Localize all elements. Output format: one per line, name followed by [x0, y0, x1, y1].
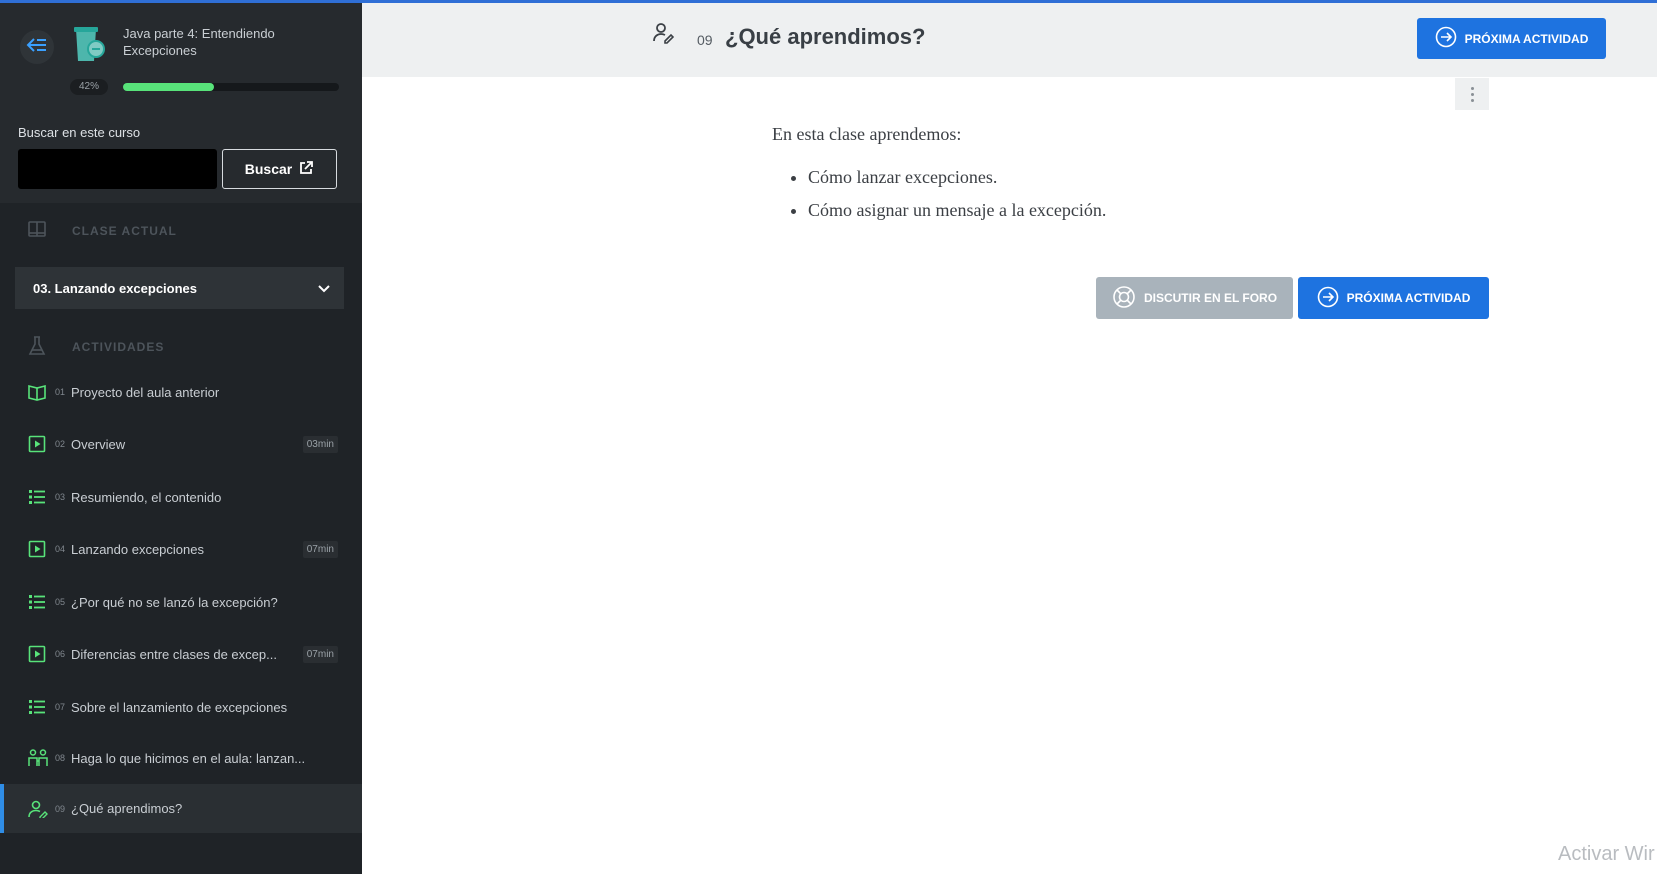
list-icon — [28, 698, 46, 716]
list-item: Cómo asignar un mensaje a la excepción. — [808, 200, 1452, 221]
activity-label: Lanzando excepciones — [71, 541, 204, 557]
current-class-label: CLASE ACTUAL — [72, 224, 177, 238]
activity-number: 04 — [55, 544, 66, 554]
search-input[interactable] — [18, 149, 217, 189]
discuss-forum-label: DISCUTIR EN EL FORO — [1143, 291, 1278, 305]
class-select[interactable]: 03. Lanzando excepciones — [15, 267, 344, 309]
search-button[interactable]: Buscar — [222, 149, 337, 189]
activities-label: ACTIVIDADES — [72, 340, 165, 354]
activity-number: 03 — [55, 492, 66, 502]
user-edit-icon — [28, 800, 48, 820]
list-icon — [28, 488, 46, 506]
duration-badge: 07min — [302, 645, 338, 663]
people-icon — [28, 749, 48, 767]
activity-label: ¿Por qué no se lanzó la excepción? — [71, 594, 278, 610]
sidebar: Java parte 4: Entendiendo Excepciones 42… — [0, 3, 362, 874]
page-title: ¿Qué aprendimos? — [725, 24, 926, 49]
user-edit-icon — [652, 22, 675, 44]
sidebar-activity-item[interactable]: 06 Diferencias entre clases de excep... 07… — [0, 628, 362, 680]
back-arrow-icon — [26, 37, 48, 58]
sidebar-activity-item[interactable]: 09 ¿Qué aprendimos? — [0, 784, 362, 833]
discuss-forum-button[interactable]: DISCUTIR EN EL FORO — [1096, 277, 1293, 319]
activity-number: 07 — [55, 702, 66, 712]
activity-number: 02 — [55, 439, 66, 449]
next-activity-button-bottom[interactable]: PRÓXIMA ACTIVIDAD — [1298, 277, 1489, 319]
list-icon — [28, 593, 46, 611]
activity-label: Haga lo que hicimos en el aula: lanzan..… — [71, 750, 306, 766]
activity-number: 06 — [55, 649, 66, 659]
progress-bar — [123, 83, 339, 91]
activity-label: Resumiendo, el contenido — [71, 489, 222, 505]
lesson-intro: En esta clase aprendemos: — [772, 124, 962, 144]
book-icon — [27, 219, 47, 244]
list-item: Cómo lanzar excepciones. — [808, 167, 1452, 188]
lesson-bullets: Cómo lanzar excepciones. Cómo asignar un… — [772, 167, 1452, 221]
search-button-label: Buscar — [244, 161, 293, 177]
activity-label: ¿Qué aprendimos? — [71, 801, 183, 816]
sidebar-activity-item[interactable]: 05 ¿Por qué no se lanzó la excepción? — [0, 576, 362, 628]
lifebuoy-icon — [1112, 285, 1136, 312]
book-icon — [28, 383, 46, 401]
activity-label: Proyecto del aula anterior — [71, 384, 220, 400]
activation-watermark: Activar Wir — [1558, 843, 1655, 865]
progress-bar-fill — [123, 83, 214, 91]
next-activity-label: PRÓXIMA ACTIVIDAD — [1464, 31, 1589, 46]
sidebar-activity-item[interactable]: 03 Resumiendo, el contenido — [0, 471, 362, 523]
flask-icon — [27, 335, 47, 362]
sidebar-activity-item[interactable]: 02 Overview 03min — [0, 418, 362, 470]
activity-number: 01 — [55, 387, 66, 397]
activity-number: 05 — [55, 597, 66, 607]
next-activity-button-top[interactable]: PRÓXIMA ACTIVIDAD — [1417, 18, 1606, 59]
sidebar-activity-item[interactable]: 08 Haga lo que hicimos en el aula: lanzan… — [0, 732, 362, 784]
sidebar-activity-item[interactable]: 01 Proyecto del aula anterior — [0, 366, 362, 418]
activity-label: Overview — [71, 436, 126, 452]
more-options-icon[interactable] — [1455, 78, 1489, 110]
active-indicator — [0, 784, 4, 833]
video-icon — [28, 540, 46, 558]
chevron-down-icon — [318, 281, 330, 296]
class-select-value: 03. Lanzando excepciones — [33, 280, 198, 296]
duration-badge: 07min — [302, 540, 338, 558]
back-button[interactable] — [20, 30, 54, 64]
activity-number: 09 — [697, 32, 713, 48]
activity-label: Diferencias entre clases de excep... — [71, 646, 277, 662]
arrow-circle-right-icon — [1435, 26, 1457, 51]
external-link-icon — [298, 160, 314, 179]
activity-number: 08 — [55, 753, 66, 763]
video-icon — [28, 435, 46, 453]
course-title: Java parte 4: Entendiendo Excepciones — [123, 26, 275, 58]
lesson-content: En esta clase aprendemos: Cómo lanzar ex… — [772, 124, 1452, 233]
progress-percent: 42% — [70, 79, 108, 95]
search-label: Buscar en este curso — [18, 125, 141, 140]
sidebar-activity-item[interactable]: 04 Lanzando excepciones 07min — [0, 523, 362, 575]
sidebar-activity-item[interactable]: 07 Sobre el lanzamiento de excepciones — [0, 681, 362, 733]
next-activity-label: PRÓXIMA ACTIVIDAD — [1346, 291, 1471, 305]
arrow-circle-right-icon — [1317, 286, 1339, 311]
course-badge-icon — [70, 25, 106, 65]
activity-number: 09 — [55, 803, 66, 814]
activity-label: Sobre el lanzamiento de excepciones — [71, 699, 288, 715]
duration-badge: 03min — [302, 435, 338, 453]
video-icon — [28, 645, 46, 663]
